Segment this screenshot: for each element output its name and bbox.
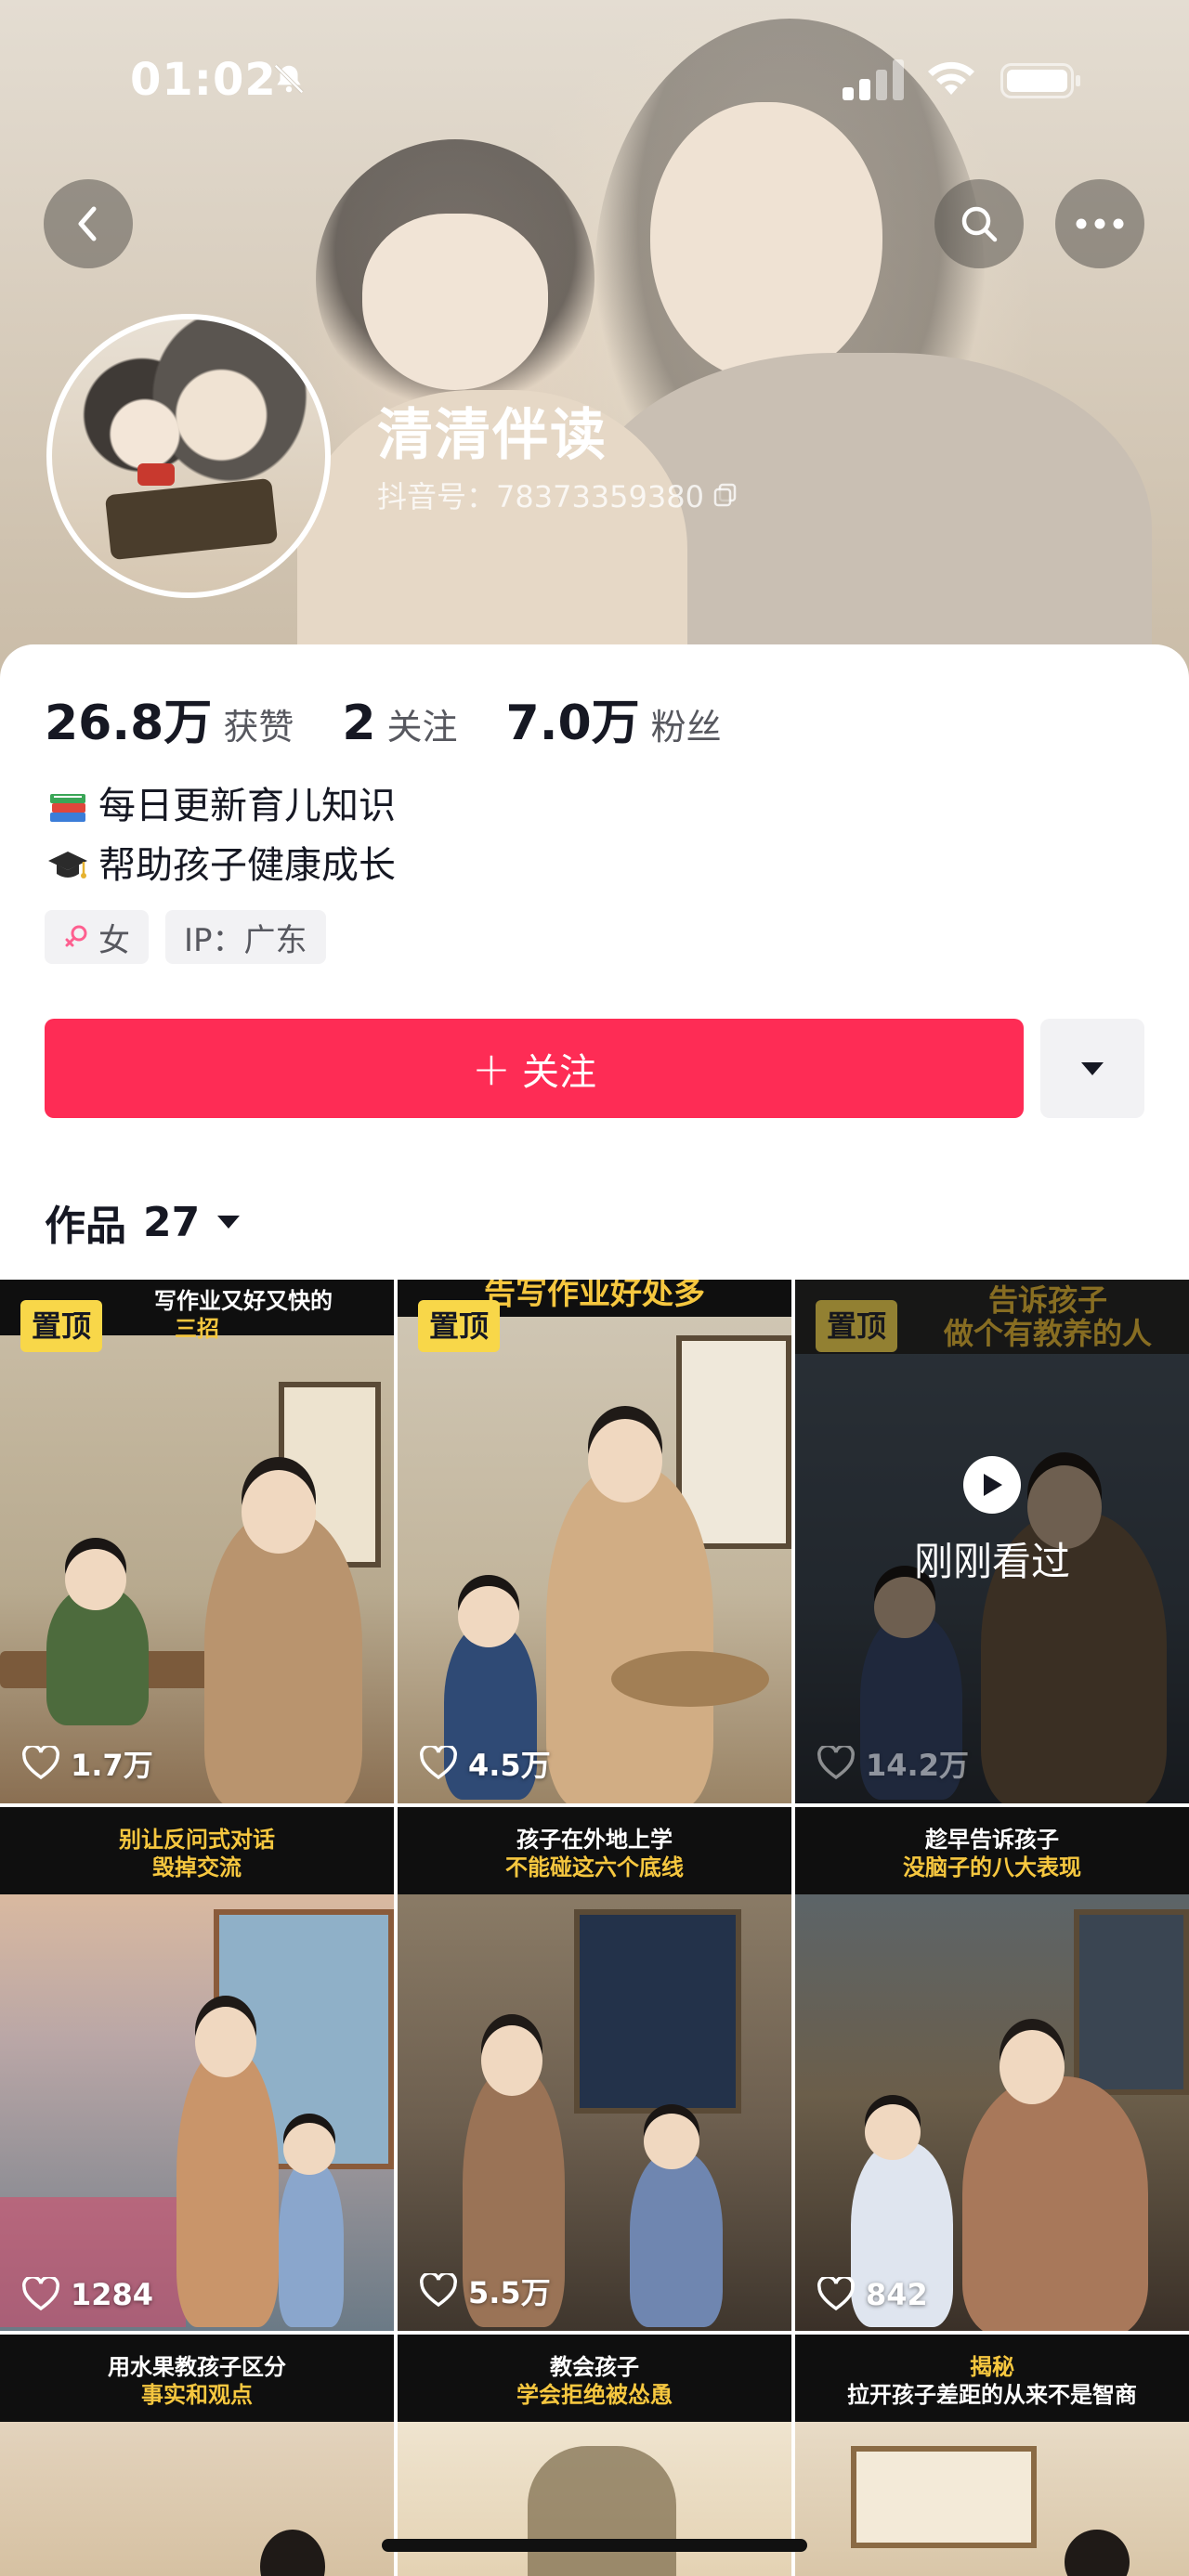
back-button[interactable] bbox=[44, 179, 133, 268]
gender-tag: 女 bbox=[45, 910, 149, 964]
following-count[interactable]: 2 bbox=[342, 696, 375, 751]
status-bar: 01:02 bbox=[0, 0, 1189, 158]
heart-icon bbox=[22, 1746, 59, 1780]
video-caption: 别让反问式对话 毁掉交流 bbox=[119, 1827, 275, 1880]
video-caption: 教会孩子 学会拒绝被怂恿 bbox=[516, 2354, 673, 2408]
video-card[interactable]: 揭秘 拉开孩子差距的从来不是智商 bbox=[795, 2335, 1189, 2576]
video-card[interactable]: 告写作业好处多 置顶 4.5万 bbox=[398, 1280, 791, 1803]
profile-bio: 每日更新育儿知识 帮助孩子健康成长 bbox=[46, 776, 396, 895]
video-caption: 孩子在外地上学 不能碰这六个底线 bbox=[505, 1827, 684, 1880]
likes-count: 26.8万 bbox=[45, 696, 213, 751]
video-likes: 1.7万 bbox=[22, 1742, 153, 1785]
video-card[interactable]: 别让反问式对话 毁掉交流 1284 bbox=[0, 1807, 394, 2331]
profile-name: 清清伴读 bbox=[377, 403, 608, 468]
home-indicator[interactable] bbox=[382, 2539, 807, 2552]
chevron-left-icon bbox=[78, 206, 97, 241]
video-card[interactable]: 趁早告诉孩子 没脑子的八大表现 842 bbox=[795, 1807, 1189, 2331]
books-icon bbox=[50, 794, 85, 822]
followers-count[interactable]: 7.0万 bbox=[506, 683, 640, 753]
heart-icon bbox=[22, 2277, 59, 2311]
search-icon bbox=[961, 206, 998, 242]
graduation-cap-icon bbox=[48, 852, 87, 878]
cellular-signal-icon bbox=[843, 59, 904, 100]
female-icon bbox=[65, 925, 87, 947]
video-likes: 4.5万 bbox=[420, 1742, 551, 1785]
bio-line-1: 每日更新育儿知识 bbox=[98, 785, 396, 827]
douyin-id-text: 抖音号：78373359380 bbox=[377, 479, 704, 514]
following-label[interactable]: 关注 bbox=[387, 698, 458, 749]
video-card[interactable]: 孩子在外地上学 不能碰这六个底线 5.5万 bbox=[398, 1807, 791, 2331]
video-card[interactable]: 写作业又好又快的 三招 置顶 1.7万 bbox=[0, 1280, 394, 1803]
video-likes: 842 bbox=[817, 2277, 928, 2312]
video-likes: 14.2万 bbox=[817, 1742, 969, 1785]
bio-line-2: 帮助孩子健康成长 bbox=[98, 844, 396, 887]
plus-icon: + bbox=[472, 1041, 511, 1096]
profile-tags: 女 IP：广东 bbox=[45, 910, 326, 964]
video-likes: 1284 bbox=[22, 2277, 153, 2312]
wifi-icon bbox=[928, 61, 974, 95]
ip-location-tag: IP：广东 bbox=[165, 910, 326, 964]
triangle-down-icon bbox=[217, 1216, 241, 1229]
more-dots-icon bbox=[1076, 218, 1124, 229]
followers-label[interactable]: 粉丝 bbox=[651, 698, 722, 749]
video-caption: 用水果教孩子区分 事实和观点 bbox=[108, 2354, 286, 2408]
video-caption: 揭秘 拉开孩子差距的从来不是智商 bbox=[847, 2354, 1137, 2408]
recommend-dropdown-button[interactable] bbox=[1040, 1019, 1144, 1118]
works-count: 27 bbox=[143, 1198, 201, 1246]
gender-label: 女 bbox=[98, 921, 130, 959]
follow-button[interactable]: + 关注 bbox=[45, 1019, 1024, 1118]
triangle-down-icon bbox=[1081, 1061, 1104, 1075]
recently-watched-overlay: 刚刚看过 bbox=[795, 1456, 1189, 1587]
avatar[interactable] bbox=[46, 314, 331, 598]
search-button[interactable] bbox=[934, 179, 1024, 268]
pinned-badge: 置顶 bbox=[816, 1300, 898, 1352]
pinned-badge: 置顶 bbox=[418, 1300, 501, 1352]
profile-stats: 26.8万 获赞 2 关注 7.0万 粉丝 bbox=[45, 683, 770, 753]
heart-icon bbox=[420, 1746, 457, 1780]
pinned-badge: 置顶 bbox=[20, 1300, 103, 1352]
follow-label: 关注 bbox=[521, 1050, 596, 1094]
video-likes: 5.5万 bbox=[420, 2270, 551, 2312]
mute-bell-icon bbox=[274, 64, 304, 94]
play-icon bbox=[963, 1456, 1021, 1514]
heart-icon bbox=[420, 2273, 457, 2308]
ip-location-label: IP：广东 bbox=[184, 921, 307, 959]
douyin-id[interactable]: 抖音号：78373359380 bbox=[377, 474, 738, 516]
video-card[interactable]: 告诉孩子 做个有教养的人 置顶 刚刚看过 14.2万 bbox=[795, 1280, 1189, 1803]
works-label: 作品 bbox=[45, 1203, 126, 1250]
video-caption: 趁早告诉孩子 没脑子的八大表现 bbox=[903, 1827, 1081, 1880]
copy-icon[interactable] bbox=[713, 483, 738, 507]
heart-icon bbox=[817, 1746, 855, 1780]
likes-label: 获赞 bbox=[223, 707, 294, 748]
video-card[interactable]: 用水果教孩子区分 事实和观点 bbox=[0, 2335, 394, 2576]
status-time: 01:02 bbox=[130, 54, 277, 106]
battery-icon bbox=[1000, 63, 1080, 98]
more-options-button[interactable] bbox=[1055, 179, 1144, 268]
heart-icon bbox=[817, 2277, 855, 2311]
works-tab[interactable]: 作品 27 bbox=[45, 1192, 241, 1252]
